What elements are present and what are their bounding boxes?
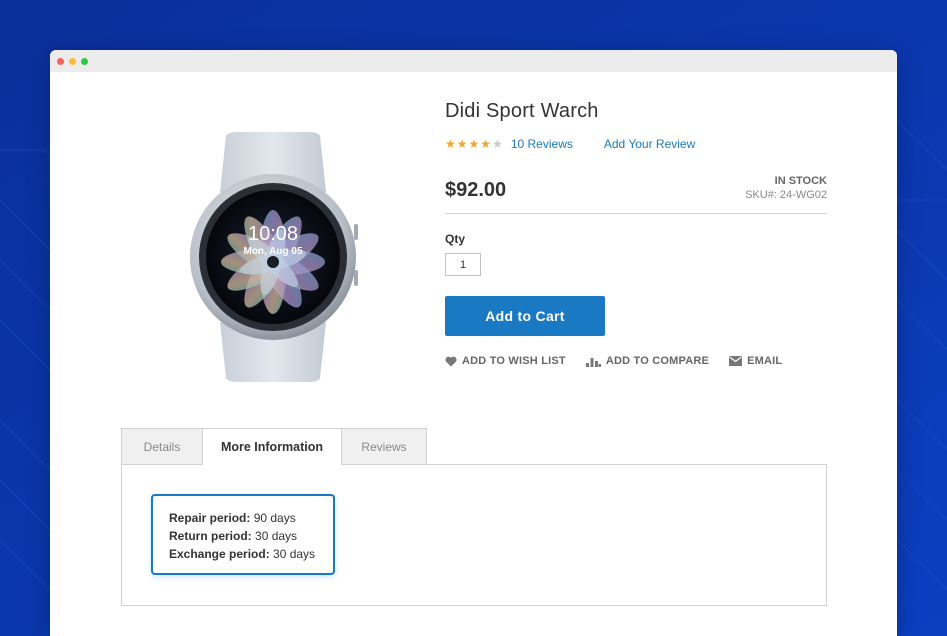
stock-status: IN STOCK [774, 175, 827, 187]
window-titlebar [50, 50, 897, 72]
watch-date: Mon, Aug 05 [243, 246, 303, 257]
minimize-window-button[interactable] [69, 57, 76, 65]
qty-label: Qty [445, 232, 466, 246]
info-value: 90 days [253, 511, 296, 525]
qty-input[interactable] [445, 253, 481, 276]
star-icon: ★ [468, 137, 480, 151]
product-tabs: Details More Information Reviews [121, 428, 427, 465]
product-sku: SKU#: 24-WG02 [745, 189, 827, 201]
add-review-link[interactable]: Add Your Review [604, 137, 695, 151]
add-to-compare-link[interactable]: ADD TO COMPARE [585, 355, 710, 367]
info-value: 30 days [255, 529, 298, 543]
divider [445, 213, 827, 214]
product-image: 10:08 Mon, Aug 05 [190, 132, 358, 382]
compare-icon [585, 357, 601, 367]
email-link[interactable]: EMAIL [729, 355, 782, 367]
product-actions: ADD TO WISH LIST ADD TO COMPARE EMAIL [445, 355, 782, 367]
product-title: Didi Sport Warch [445, 100, 599, 122]
stock-info: IN STOCK SKU#: 24-WG02 [745, 174, 827, 202]
add-to-cart-button[interactable]: Add to Cart [445, 296, 605, 336]
watch-time: 10:08 [248, 223, 298, 245]
rating-stars: ★ ★ ★ ★ ★ [445, 138, 503, 150]
star-icon: ★ [480, 137, 492, 151]
envelope-icon [729, 356, 743, 366]
info-row-repair: Repair period: 90 days [169, 509, 333, 527]
email-label: EMAIL [747, 355, 783, 367]
more-information-panel: Repair period: 90 days Return period: 30… [121, 464, 827, 606]
info-label: Return period: [169, 529, 252, 543]
product-price: $92.00 [445, 179, 507, 201]
tab-more-information[interactable]: More Information [202, 428, 342, 465]
info-value: 30 days [273, 547, 316, 561]
tab-reviews[interactable]: Reviews [341, 428, 427, 465]
product-page: 10:08 Mon, Aug 05 Didi Sport Warch ★ ★ ★ ★ ★… [50, 72, 897, 636]
add-to-wishlist-label: ADD TO WISH LIST [462, 355, 566, 367]
add-to-compare-label: ADD TO COMPARE [605, 355, 710, 367]
browser-window: 10:08 Mon, Aug 05 Didi Sport Warch ★ ★ ★ ★ ★… [50, 50, 897, 636]
star-icon: ★ [492, 137, 503, 151]
info-box: Repair period: 90 days Return period: 30… [151, 494, 335, 575]
reviews-link[interactable]: 10 Reviews [511, 137, 573, 151]
star-icon: ★ [445, 137, 456, 151]
info-label: Repair period: [169, 511, 251, 525]
info-row-return: Return period: 30 days [169, 527, 333, 545]
star-icon: ★ [456, 137, 468, 151]
info-label: Exchange period: [169, 547, 270, 561]
add-to-wishlist-link[interactable]: ADD TO WISH LIST [445, 355, 566, 367]
maximize-window-button[interactable] [81, 57, 88, 65]
tab-details[interactable]: Details [121, 428, 203, 465]
heart-icon [445, 356, 457, 366]
close-window-button[interactable] [57, 57, 64, 65]
rating-summary: ★ ★ ★ ★ ★ 10 Reviews Add Your Review [445, 137, 695, 151]
info-row-exchange: Exchange period: 30 days [169, 545, 333, 563]
